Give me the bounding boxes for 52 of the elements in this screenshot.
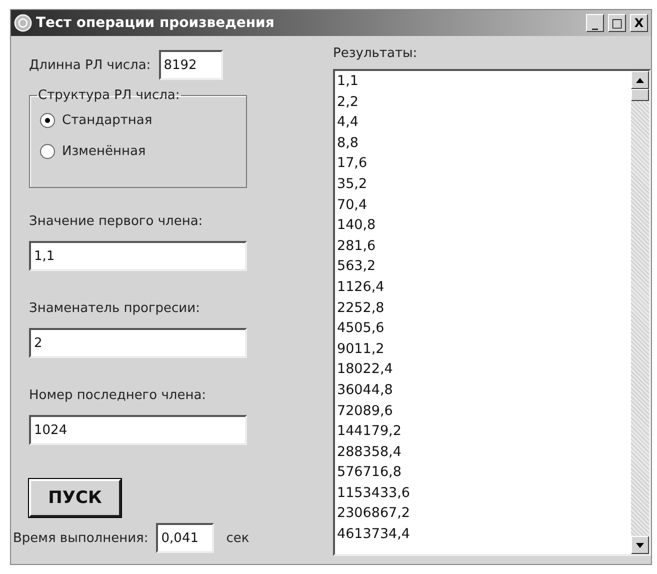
maximize-button[interactable]: □ [608, 14, 626, 32]
list-item[interactable]: 281,6 [337, 236, 631, 256]
list-item[interactable]: 563,2 [337, 256, 631, 277]
field-label: Длинна РЛ числа: [29, 58, 151, 72]
list-item[interactable]: 18022,4 [337, 359, 631, 380]
scrollbar[interactable] [631, 71, 649, 554]
scroll-down-button[interactable] [631, 536, 649, 554]
scroll-up-button[interactable] [631, 71, 649, 89]
up-arrow-icon [636, 78, 644, 82]
list-item[interactable]: 9011,2 [337, 338, 631, 360]
list-item[interactable]: 1153433,6 [337, 482, 631, 504]
list-item[interactable]: 4,4 [337, 112, 631, 133]
radio-label: Стандартная [62, 113, 152, 128]
list-item[interactable]: 4505,6 [337, 318, 631, 339]
list-item[interactable]: 2306867,2 [337, 503, 631, 524]
unit-label: сек [226, 530, 250, 546]
field-label: Время выполнения: [13, 530, 148, 546]
list-item[interactable]: 1,1 [337, 71, 631, 92]
app-icon [14, 14, 32, 32]
list-item[interactable]: 8,8 [337, 132, 631, 154]
down-arrow-icon [636, 542, 644, 548]
time-field[interactable]: 0,041 [156, 523, 214, 553]
list-item[interactable]: 35,2 [337, 174, 631, 195]
radio-button[interactable] [40, 113, 55, 128]
list-item[interactable]: 140,8 [337, 215, 631, 236]
scroll-thumb[interactable] [631, 89, 649, 101]
field-label: Значение первого члена: [29, 214, 204, 229]
window-title: Тест операции произведения [36, 15, 276, 31]
start-button[interactable]: ПУСК [29, 479, 121, 517]
input-field[interactable]: 2 [29, 328, 247, 358]
list-item[interactable]: 576716,8 [337, 462, 631, 483]
list-item[interactable]: 4613734,4 [337, 524, 631, 545]
list-item[interactable]: 72089,6 [337, 400, 631, 422]
field-label: Знаменатель прогреcии: [29, 301, 201, 316]
list-item[interactable]: 17,6 [337, 153, 631, 174]
radio-label: Изменённая [62, 144, 146, 159]
input-field[interactable]: 1,1 [29, 241, 247, 271]
field-label: Номер последнего члена: [29, 388, 208, 403]
list-item[interactable]: 144179,2 [337, 421, 631, 442]
group-label: Структура РЛ числа: [37, 88, 181, 103]
list-item[interactable]: 2,2 [337, 92, 631, 112]
list-item[interactable]: 288358,4 [337, 442, 631, 462]
minimize-button[interactable]: _ [586, 14, 604, 32]
list-item[interactable]: 2252,8 [337, 298, 631, 318]
length-field[interactable]: 8192 [158, 50, 223, 80]
list-item[interactable]: 70,4 [337, 194, 631, 216]
list-item[interactable]: 1126,4 [337, 276, 631, 298]
radio-button[interactable] [40, 144, 55, 159]
close-button[interactable]: X [630, 14, 648, 32]
list-item[interactable]: 36044,8 [337, 380, 631, 400]
input-field[interactable]: 1024 [29, 415, 247, 445]
results-label: Результаты: [333, 46, 418, 61]
